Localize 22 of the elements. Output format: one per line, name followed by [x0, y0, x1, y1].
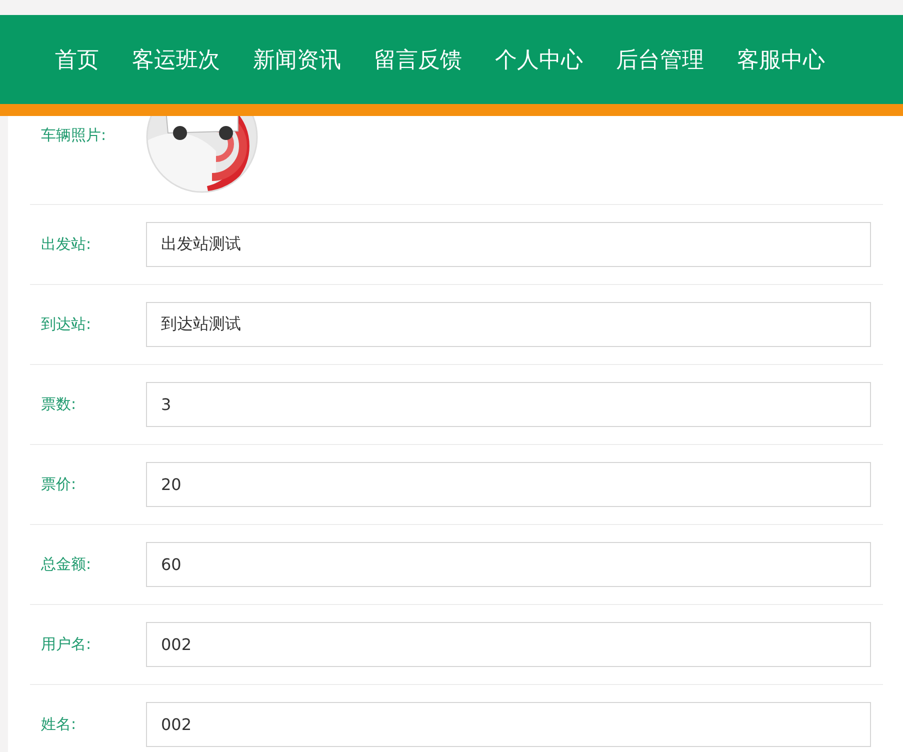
- field-label: 出发站:: [40, 235, 92, 254]
- field-label: 票价:: [40, 475, 78, 494]
- field-label: 到达站:: [40, 315, 92, 334]
- nav-link[interactable]: 留言反馈: [374, 44, 462, 74]
- nav-link[interactable]: 个人中心: [495, 44, 583, 74]
- input-field[interactable]: 60: [146, 542, 871, 587]
- input-field[interactable]: 3: [146, 382, 871, 427]
- input-field[interactable]: 002: [146, 702, 871, 747]
- input-field[interactable]: 002: [146, 622, 871, 667]
- field-label: 总金额:: [40, 555, 92, 574]
- nav-link[interactable]: 后台管理: [616, 44, 704, 74]
- nav-link[interactable]: 新闻资讯: [253, 44, 341, 74]
- nav-link[interactable]: 首页: [55, 44, 99, 74]
- input-field[interactable]: 20: [146, 462, 871, 507]
- field-label: 姓名:: [40, 715, 78, 734]
- field-label: 票数:: [40, 395, 78, 414]
- field-label: 车辆照片:: [40, 126, 108, 145]
- input-field[interactable]: 到达站测试: [146, 302, 871, 347]
- field-label: 用户名:: [40, 635, 92, 654]
- nav-link[interactable]: 客服中心: [737, 44, 825, 74]
- input-field[interactable]: 出发站测试: [146, 222, 871, 267]
- nav-link[interactable]: 客运班次: [132, 44, 220, 74]
